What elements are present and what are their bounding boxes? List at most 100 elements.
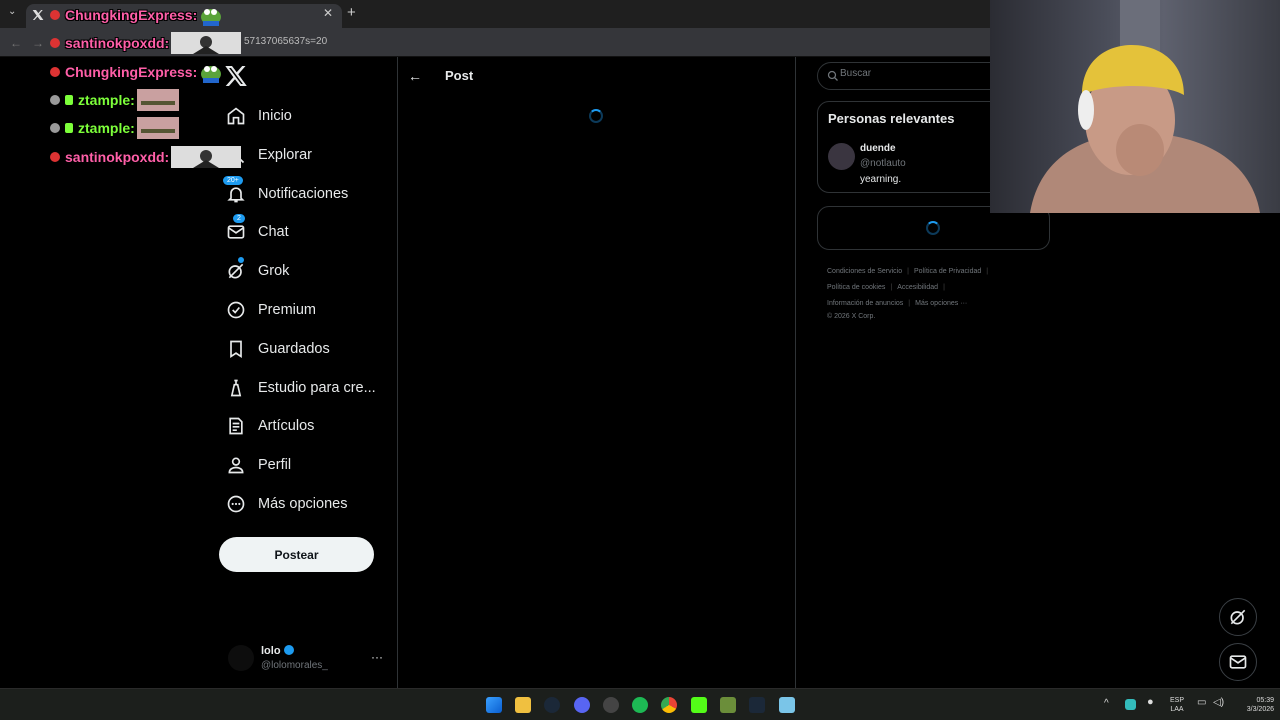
microphone-icon[interactable]: ● [1147, 697, 1154, 708]
clock[interactable]: 05:39 3/3/2026 [1230, 696, 1274, 714]
chat-message: ztample: [50, 117, 179, 139]
tab-close-icon[interactable]: ✕ [323, 6, 333, 20]
articles-icon [229, 417, 243, 435]
new-tab-button[interactable]: + [347, 4, 356, 21]
footer-link-more[interactable]: Más opciones ··· [915, 300, 967, 307]
steam-icon[interactable] [544, 697, 560, 713]
mail-icon: 2 [226, 213, 246, 242]
nav-item-notificaciones[interactable]: 20+ Notificaciones [222, 175, 349, 209]
search-icon [827, 70, 838, 81]
account-handle: @lolomorales_ [261, 660, 328, 671]
nav-item-articulos[interactable]: Artículos [226, 411, 314, 441]
messages-float-button[interactable] [1219, 643, 1257, 681]
spotify-icon[interactable] [632, 697, 648, 713]
premium-icon [227, 301, 245, 319]
column-divider [397, 57, 398, 688]
person-handle: @notlauto [860, 158, 906, 169]
chat-username: ztample: [78, 120, 135, 136]
nav-label: Premium [258, 302, 317, 318]
notification-badge: 20+ [222, 175, 244, 186]
chat-badge: 2 [232, 213, 246, 224]
nav-label: Guardados [258, 341, 330, 357]
defender-icon[interactable] [1125, 699, 1136, 710]
volume-icon[interactable]: ◁) [1213, 698, 1224, 708]
nav-label: Chat [258, 224, 289, 240]
nav-item-perfil[interactable]: Perfil [226, 450, 291, 480]
footer-link-cookies[interactable]: Política de cookies [827, 284, 885, 291]
nav-item-mas-opciones[interactable]: Más opciones [226, 489, 347, 519]
grok-float-button[interactable] [1219, 598, 1257, 636]
chat-username: ztample: [78, 92, 135, 108]
nav-label: Artículos [258, 418, 315, 434]
minecraft-icon[interactable] [720, 697, 736, 713]
footer-copyright: © 2026 X Corp. [827, 313, 876, 320]
nav-item-estudio[interactable]: Estudio para cre... [226, 373, 376, 403]
person-name[interactable]: duende [860, 143, 896, 154]
user-badge-icon [50, 123, 60, 133]
nav-label: Inicio [258, 108, 292, 124]
chat-message: santinokpoxdd: [50, 146, 242, 168]
hands-emote-icon [136, 117, 179, 139]
column-divider [795, 57, 796, 688]
x-logo-icon[interactable] [224, 64, 248, 88]
bell-icon: 20+ [222, 175, 246, 204]
footer-link-accessibility[interactable]: Accesibilidad [897, 284, 938, 291]
loading-spinner [589, 109, 603, 123]
nav-label: Más opciones [258, 496, 348, 512]
language-indicator[interactable]: ESP LAA [1167, 696, 1187, 714]
person-icon [228, 457, 244, 474]
nav-item-chat[interactable]: 2 Chat [226, 213, 289, 247]
tab-list-chevron-icon[interactable]: ⌄ [8, 6, 16, 17]
chat-message: santinokpoxdd: [50, 32, 242, 54]
nav-item-grok[interactable]: Grok [226, 256, 289, 286]
loading-spinner [926, 221, 940, 235]
chat-username: santinokpoxdd: [65, 35, 170, 51]
file-explorer-icon[interactable] [515, 697, 531, 713]
start-icon[interactable] [486, 697, 502, 713]
chrome-icon[interactable] [661, 697, 677, 713]
steam-icon[interactable] [749, 697, 765, 713]
url-text[interactable]: 57137065637s=20 [244, 36, 327, 47]
nav-item-premium[interactable]: Premium [226, 295, 316, 325]
user-badge-icon [65, 95, 73, 105]
account-name: lolo [261, 645, 294, 657]
mail-icon [1229, 655, 1247, 669]
back-icon[interactable]: ← [10, 36, 22, 50]
footer-link-terms[interactable]: Condiciones de Servicio [827, 268, 902, 275]
post-button[interactable]: Postear [219, 537, 374, 572]
nav-item-guardados[interactable]: Guardados [226, 334, 330, 364]
network-icon[interactable]: ▭ [1197, 698, 1206, 708]
avatar [228, 645, 254, 671]
kick-icon[interactable] [691, 697, 707, 713]
chat-username: ChungkingExpress: [65, 7, 198, 23]
back-arrow-icon[interactable]: ← [408, 68, 422, 84]
frog-emote-icon [201, 9, 222, 26]
home-icon [227, 107, 245, 125]
account-more-icon[interactable]: ··· [371, 650, 383, 664]
footer-link-ads[interactable]: Información de anuncios [827, 300, 903, 307]
chat-username: ChungkingExpress: [65, 64, 198, 80]
search-input[interactable] [840, 68, 1000, 79]
more-icon [227, 495, 245, 513]
chat-message: ChungkingExpress: [50, 61, 223, 83]
avatar[interactable] [828, 143, 855, 170]
tray-chevron-icon[interactable]: ^ [1104, 699, 1109, 709]
image-emote-icon [171, 146, 242, 168]
user-badge-icon [50, 95, 60, 105]
nav-item-inicio[interactable]: Inicio [226, 101, 292, 131]
footer-link-privacy[interactable]: Política de Privacidad [914, 268, 981, 275]
frog-emote-icon [201, 66, 222, 83]
studio-icon [230, 379, 242, 397]
footer-links: Condiciones de Servicio | Política de Priv… [827, 268, 989, 320]
x-favicon-icon [32, 10, 44, 20]
image-emote-icon [171, 32, 242, 54]
nav-label: Notificaciones [258, 186, 349, 202]
page-title: Post [445, 68, 474, 83]
notepad-icon[interactable] [779, 697, 795, 713]
grok-icon [226, 257, 246, 281]
forward-icon[interactable]: → [32, 36, 44, 50]
grok-dot [238, 257, 244, 263]
discord-icon[interactable] [574, 697, 590, 713]
nav-label: Estudio para cre... [258, 380, 376, 396]
app-icon[interactable] [603, 697, 619, 713]
